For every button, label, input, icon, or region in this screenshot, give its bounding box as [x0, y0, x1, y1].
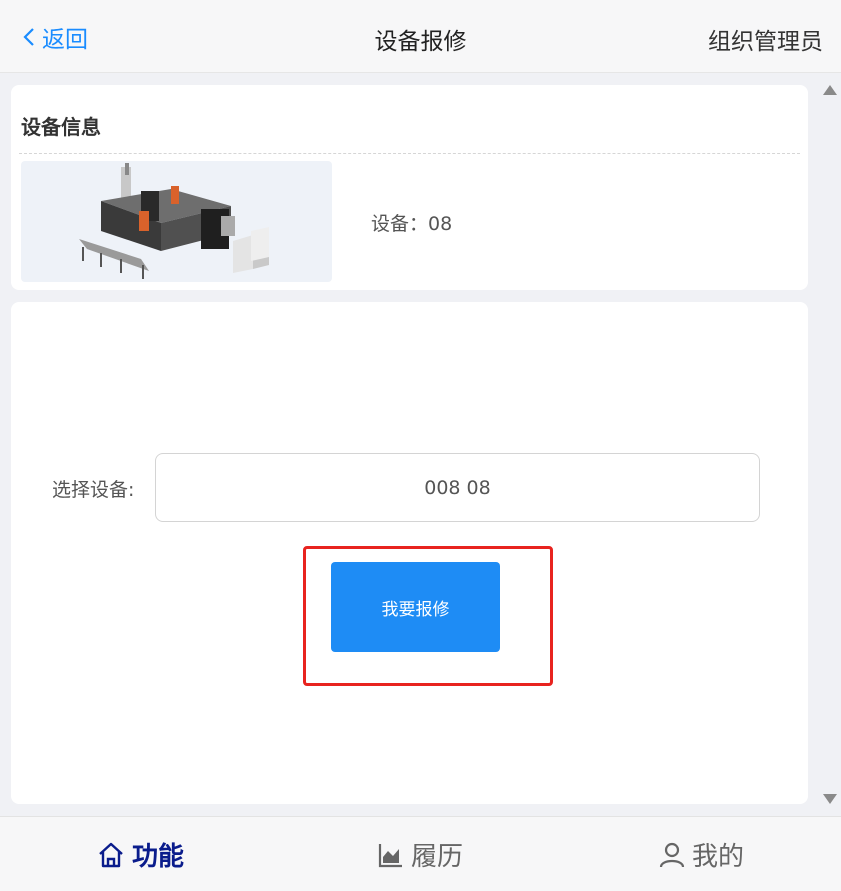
device-select[interactable]: 008 08: [155, 453, 760, 522]
bottom-tabbar: 功能 履历 我的: [0, 816, 841, 891]
scrollbar[interactable]: [819, 73, 841, 816]
tab-mine[interactable]: 我的: [658, 817, 744, 891]
tab-mine-label: 我的: [692, 842, 745, 872]
repair-button[interactable]: 我要报修: [331, 562, 500, 652]
area-chart-icon: [378, 843, 402, 867]
app-header: 返回 设备报修 组织管理员: [0, 0, 841, 73]
tab-function[interactable]: 功能: [96, 817, 184, 891]
tab-function-label: 功能: [132, 842, 185, 872]
device-name-text: 设备：08: [371, 213, 453, 235]
scroll-up-arrow-icon[interactable]: [823, 85, 837, 95]
scroll-down-arrow-icon[interactable]: [823, 794, 837, 804]
user-icon: [659, 842, 685, 867]
repair-form-card: 选择设备: 008 08 我要报修: [11, 302, 808, 804]
divider: [19, 153, 800, 154]
select-device-label: 选择设备:: [52, 479, 135, 501]
main-content: 设备信息 设备：08 选择设备: 008 08 我要报修: [0, 73, 819, 816]
device-select-value: 008 08: [424, 476, 491, 499]
device-info-card: 设备信息 设备：08: [11, 85, 808, 290]
tab-history-label: 履历: [411, 842, 464, 872]
home-icon: [99, 842, 123, 867]
role-label[interactable]: 组织管理员: [708, 22, 823, 56]
tab-history[interactable]: 履历: [377, 817, 463, 891]
card-title: 设备信息: [21, 115, 101, 139]
device-image: [21, 161, 332, 282]
